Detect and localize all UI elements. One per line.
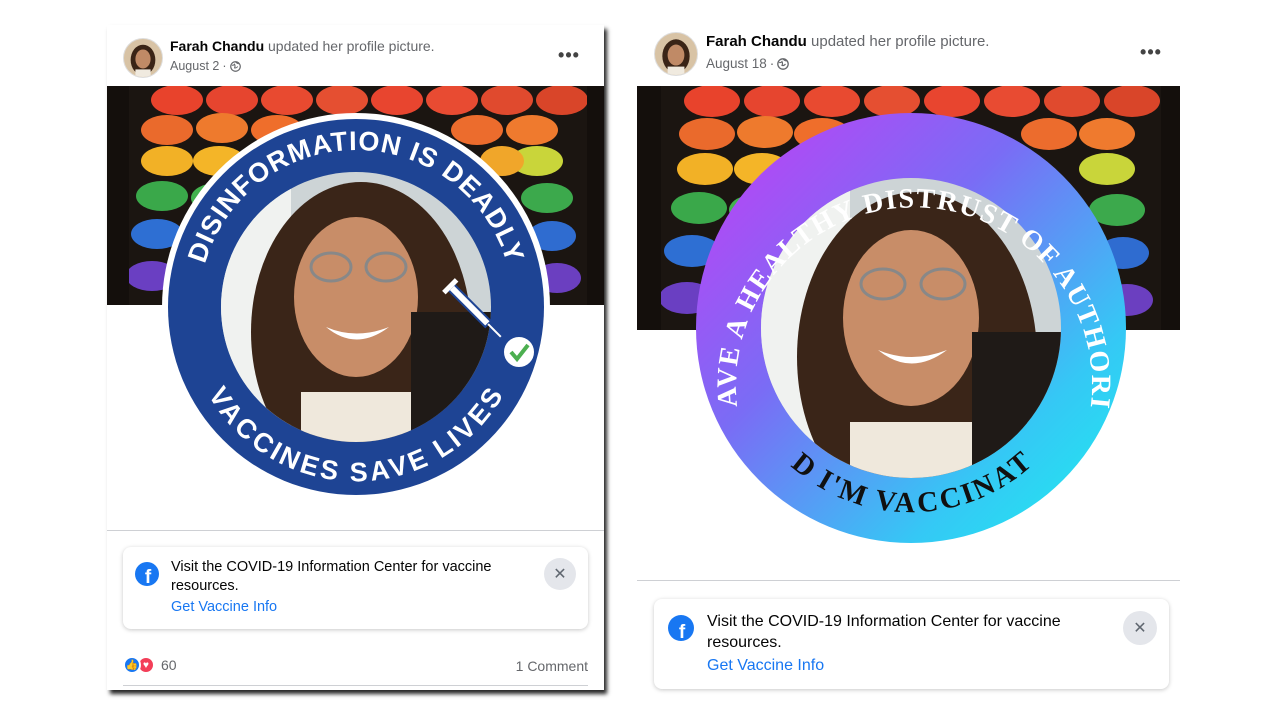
post-date[interactable]: August 2: [170, 59, 219, 73]
bottom-divider: [123, 685, 588, 686]
checkmark-icon: [502, 335, 536, 369]
like-icon: 👍: [123, 656, 141, 674]
post-title-line: Farah Chandu updated her profile picture…: [706, 33, 989, 50]
post-meta: August 18 ·: [706, 56, 790, 71]
reactions-summary[interactable]: 👍 ♥ 60: [123, 656, 177, 674]
avatar[interactable]: [654, 32, 698, 76]
post-title-line: Farah Chandu updated her profile picture…: [170, 38, 435, 54]
facebook-logo-icon: f: [668, 615, 694, 641]
meta-separator: ·: [222, 59, 227, 73]
profile-frame[interactable]: DISINFORMATION IS DEADLY VACCINES SAVE L…: [161, 112, 551, 502]
close-icon[interactable]: ✕: [1123, 611, 1157, 645]
covid-info-card: f Visit the COVID-19 Information Center …: [654, 599, 1169, 689]
meta-separator: ·: [769, 56, 775, 71]
close-icon[interactable]: ✕: [544, 558, 576, 590]
info-text: Visit the COVID-19 Information Center fo…: [171, 559, 492, 594]
post-header: Farah Chandu updated her profile picture…: [107, 25, 604, 87]
profile-frame[interactable]: I HAVE A HEALTHY DISTRUST OF AUTHORITY A…: [683, 88, 1127, 544]
post-header: Farah Chandu updated her profile picture…: [637, 20, 1180, 82]
facebook-post-left: Farah Chandu updated her profile picture…: [107, 25, 604, 690]
facebook-logo-icon: f: [135, 562, 159, 586]
post-date[interactable]: August 18: [706, 56, 767, 71]
avatar[interactable]: [123, 38, 163, 78]
author-name[interactable]: Farah Chandu: [170, 38, 264, 54]
post-divider: [107, 530, 604, 531]
globe-icon: [777, 57, 790, 70]
globe-icon: [229, 60, 241, 72]
comment-count[interactable]: 1 Comment: [516, 658, 588, 674]
reaction-count: 60: [161, 657, 177, 673]
get-vaccine-info-link[interactable]: Get Vaccine Info: [171, 599, 277, 615]
post-action: updated her profile picture.: [811, 33, 990, 50]
more-options-icon[interactable]: •••: [555, 45, 583, 65]
post-meta: August 2 ·: [170, 59, 241, 73]
get-vaccine-info-link[interactable]: Get Vaccine Info: [707, 657, 824, 675]
author-name[interactable]: Farah Chandu: [706, 33, 807, 50]
post-divider: [637, 580, 1180, 581]
info-text: Visit the COVID-19 Information Center fo…: [707, 613, 1061, 651]
covid-info-card: f Visit the COVID-19 Information Center …: [123, 547, 588, 629]
post-action: updated her profile picture.: [268, 38, 435, 54]
facebook-post-right: Farah Chandu updated her profile picture…: [637, 20, 1180, 700]
more-options-icon[interactable]: •••: [1137, 42, 1165, 62]
